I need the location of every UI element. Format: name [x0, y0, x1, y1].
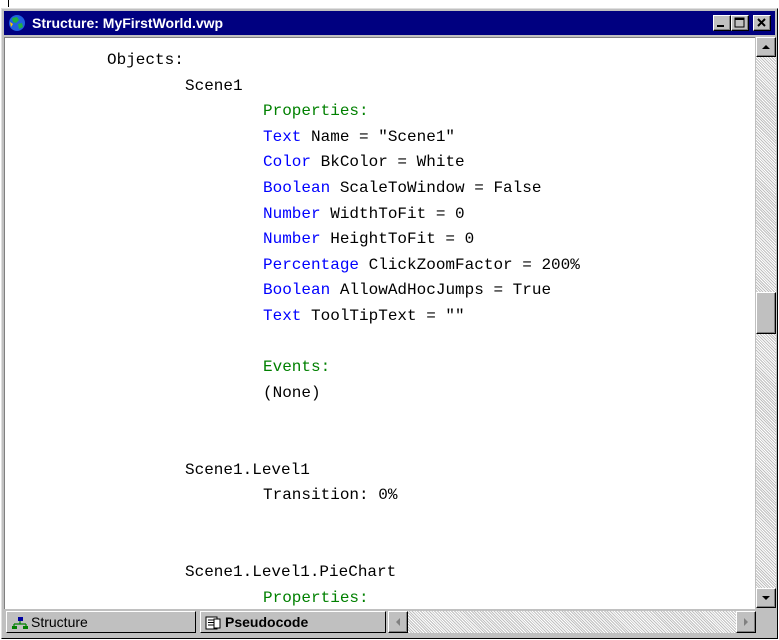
- section-heading: Events:: [263, 358, 331, 377]
- code-line: (None): [263, 383, 321, 403]
- arrow-up-icon: [762, 45, 770, 49]
- code-line: Transition: 0%: [263, 485, 397, 505]
- pseudocode-editor[interactable]: Objects: Scene1 Properties: Text Name = "Sc…: [4, 37, 755, 609]
- maximize-button[interactable]: [731, 15, 749, 31]
- horizontal-scrollbar[interactable]: [388, 611, 756, 633]
- code-line: Number WidthToFit = 0: [263, 204, 465, 224]
- code-text: (None): [263, 383, 321, 402]
- code-text: Scene1: [185, 76, 243, 95]
- code-text: Scene1.Level1: [185, 460, 310, 479]
- code-text: Scene1.Level1.PieChart: [185, 563, 397, 581]
- code-text: WidthToFit = 0: [320, 204, 465, 223]
- type-keyword: Boolean: [263, 179, 331, 197]
- code-line: Number HeightToFit = 0: [263, 229, 474, 249]
- type-keyword: Text: [263, 307, 302, 325]
- minimize-button[interactable]: [713, 15, 731, 31]
- type-keyword: Number: [263, 230, 321, 249]
- scroll-up-button[interactable]: [756, 37, 776, 57]
- vertical-scroll-thumb[interactable]: [756, 292, 776, 334]
- tab-pseudocode-label: Pseudocode: [225, 614, 309, 630]
- code-text: Name = "Scene1": [301, 127, 456, 146]
- maximize-icon: [734, 17, 745, 28]
- type-keyword: Percentage: [263, 255, 360, 274]
- code-line: Properties:: [263, 101, 369, 121]
- code-text: ToolTipText = "": [301, 307, 465, 325]
- tab-structure-label: Structure: [31, 614, 88, 630]
- close-icon: [757, 18, 766, 27]
- code-line: Text ToolTipText = "": [263, 306, 465, 326]
- code-text: ScaleToWindow = False: [330, 179, 542, 197]
- code-text: BkColor = White: [311, 153, 465, 172]
- minimize-icon: [717, 25, 724, 27]
- scroll-left-button[interactable]: [388, 611, 408, 633]
- type-keyword: Text: [263, 127, 302, 146]
- code-line: Boolean ScaleToWindow = False: [263, 178, 541, 198]
- arrow-down-icon: [762, 596, 770, 600]
- structure-window: Structure: MyFirstWorld.vwp Objects: Scen…: [1, 8, 778, 639]
- size-grip[interactable]: [756, 609, 776, 635]
- arrow-right-icon: [744, 618, 748, 626]
- text-cursor-mark: [8, 0, 9, 7]
- globe-icon: [8, 14, 26, 32]
- code-text: Transition: 0%: [263, 486, 398, 505]
- structure-tree-icon: [11, 615, 29, 635]
- section-heading: Properties:: [263, 102, 369, 121]
- code-line: Color BkColor = White: [263, 152, 465, 172]
- tab-structure[interactable]: Structure: [6, 611, 196, 633]
- scroll-right-button[interactable]: [736, 611, 756, 633]
- type-keyword: Boolean: [263, 281, 331, 300]
- code-text: AllowAdHocJumps = True: [330, 281, 552, 300]
- code-line: Scene1.Level1: [185, 460, 310, 480]
- code-line: Objects:: [107, 50, 184, 70]
- type-keyword: Color: [263, 153, 312, 172]
- code-line: Percentage ClickZoomFactor = 200%: [263, 255, 580, 275]
- code-text: HeightToFit = 0: [320, 230, 475, 249]
- window-title: Structure: MyFirstWorld.vwp: [32, 15, 224, 31]
- code-line: Scene1: [185, 76, 243, 96]
- title-bar[interactable]: Structure: MyFirstWorld.vwp: [4, 11, 775, 35]
- scroll-down-button[interactable]: [756, 588, 776, 608]
- code-line: Text Name = "Scene1": [263, 127, 455, 147]
- arrow-left-icon: [396, 618, 400, 626]
- vertical-scrollbar[interactable]: [756, 37, 776, 608]
- code-line: Boolean AllowAdHocJumps = True: [263, 280, 551, 300]
- code-line: Properties:: [263, 588, 369, 608]
- section-heading: Properties:: [263, 588, 369, 607]
- code-line: Scene1.Level1.PieChart: [185, 562, 396, 582]
- code-text: ClickZoomFactor = 200%: [359, 255, 580, 274]
- code-text: Objects:: [107, 51, 184, 69]
- close-button[interactable]: [753, 15, 771, 31]
- code-line: Events:: [263, 357, 330, 377]
- tab-pseudocode[interactable]: Pseudocode: [200, 611, 386, 633]
- pseudocode-page-icon: [205, 615, 221, 635]
- type-keyword: Number: [263, 204, 321, 223]
- view-tab-bar: Structure Pseudocode: [4, 609, 776, 635]
